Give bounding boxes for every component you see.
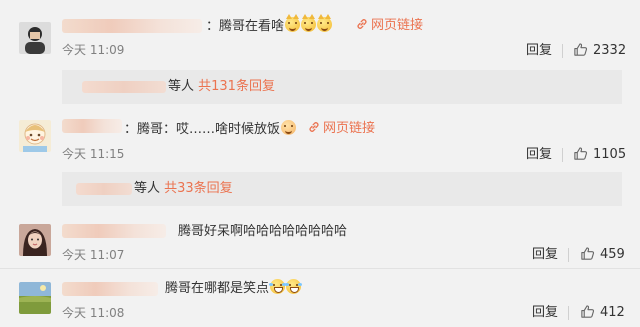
reply-button[interactable]: 回复 (532, 305, 558, 321)
comment-item: ：腾哥：哎……啥时候放饭 网页链接 今天 11:15 回复 1105 (0, 110, 640, 172)
divider (562, 148, 563, 162)
comment-time: 今天 11:09 (62, 43, 125, 57)
user-avatar[interactable] (19, 282, 51, 314)
user-avatar[interactable] (19, 224, 51, 256)
divider (568, 248, 569, 262)
like-button[interactable]: 412 (580, 304, 625, 321)
thumbs-up-icon (574, 43, 588, 56)
like-button[interactable]: 2332 (573, 42, 626, 59)
user-avatar[interactable] (19, 120, 51, 152)
comment-item: 腾哥好呆啊哈哈哈哈哈哈哈哈 今天 11:07 回复 459 (0, 214, 640, 266)
username-blurred[interactable] (62, 119, 122, 133)
laughing-tears-icon (269, 279, 287, 294)
reply-button[interactable]: 回复 (526, 43, 552, 59)
link-icon (309, 122, 319, 132)
reply-users-blurred (82, 81, 166, 93)
reply-users-blurred (76, 183, 132, 195)
comment-time: 今天 11:08 (62, 306, 125, 320)
like-button[interactable]: 1105 (573, 146, 626, 163)
link-icon (357, 19, 367, 29)
comment-text: 腾哥好呆啊哈哈哈哈哈哈哈哈 (178, 224, 348, 239)
thumbs-up-icon (574, 147, 588, 160)
divider (568, 306, 569, 320)
username-blurred[interactable] (62, 224, 166, 238)
reply-count-link[interactable]: 共33条回复 (164, 181, 233, 196)
smiling-face-icon (281, 120, 297, 135)
cat-face-icon (317, 14, 333, 32)
reply-button[interactable]: 回复 (532, 247, 558, 263)
like-button[interactable]: 459 (580, 246, 625, 263)
cat-face-icon (301, 14, 317, 32)
cat-face-icon (285, 14, 301, 32)
sub-replies-box[interactable]: 等人 共33条回复 (62, 172, 622, 206)
user-avatar[interactable] (19, 22, 51, 54)
divider (0, 268, 640, 269)
web-link[interactable]: 网页链接 (308, 120, 375, 138)
web-link[interactable]: 网页链接 (356, 17, 423, 35)
comment-item: 腾哥在哪都是笑点 今天 11:08 回复 412 (0, 270, 640, 327)
username-blurred[interactable] (62, 19, 202, 33)
divider (562, 44, 563, 58)
reply-button[interactable]: 回复 (526, 147, 552, 163)
comment-text: ：腾哥在看啥 (206, 14, 333, 36)
sub-replies-summary: 等人 共33条回复 (134, 181, 233, 196)
sub-replies-summary: 等人 共131条回复 (168, 79, 275, 94)
comment-time: 今天 11:07 (62, 248, 125, 262)
sub-replies-box[interactable]: 等人 共131条回复 (62, 70, 622, 104)
comment-text: 腾哥在哪都是笑点 (165, 279, 303, 298)
username-blurred[interactable] (62, 282, 158, 296)
thumbs-up-icon (581, 247, 595, 260)
comment-item: ：腾哥在看啥 网页链接 今天 11:09 回复 2332 (0, 0, 640, 62)
comment-time: 今天 11:15 (62, 147, 125, 161)
comment-text: ：腾哥：哎……啥时候放饭 (124, 120, 297, 139)
thumbs-up-icon (581, 305, 595, 318)
laughing-tears-icon (285, 279, 303, 294)
reply-count-link[interactable]: 共131条回复 (198, 79, 275, 94)
